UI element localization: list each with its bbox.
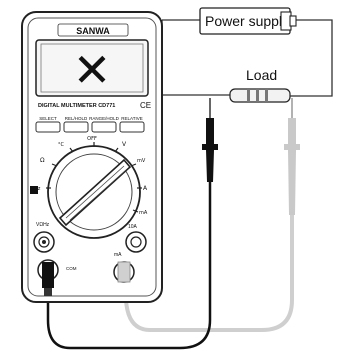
brand-label: SANWA xyxy=(76,26,110,36)
rel-hold-button-label: REL/HOLD xyxy=(65,116,88,121)
multimeter: SANWA ✕ DIGITAL MULTIMETER CD771 CE SELE… xyxy=(21,11,163,303)
model-label: DIGITAL MULTIMETER CD771 xyxy=(38,103,115,109)
select-button[interactable] xyxy=(35,121,61,133)
relative-button[interactable] xyxy=(119,121,145,133)
dial-label-temp: °C xyxy=(58,142,65,148)
power-supply-label: Power supply xyxy=(205,13,289,29)
load-resistor: Load xyxy=(229,67,300,103)
range-hold-button[interactable] xyxy=(91,121,117,133)
dial-label-mv: mV xyxy=(137,158,146,164)
display-x-mark: ✕ xyxy=(73,44,112,96)
ma-terminal-label: mA xyxy=(114,252,122,258)
ma-plug xyxy=(117,261,131,283)
range-hold-button-label: RANGE/HOLD xyxy=(89,116,120,121)
relative-button-label: RELATIVE xyxy=(121,116,142,121)
black-probe xyxy=(202,98,218,182)
dial-label-ma: mA xyxy=(139,210,148,216)
measurement-diagram: Power supply Load SANWA ✕ DIGITAL MULTIM… xyxy=(21,7,333,350)
v-ohm-terminal-label: VΩHz xyxy=(36,222,50,228)
power-supply: Power supply xyxy=(199,7,297,35)
gray-probe xyxy=(284,98,300,215)
dial-label-off: OFF xyxy=(87,136,97,142)
rel-hold-button[interactable] xyxy=(63,121,89,133)
amp-terminal-label: 10A xyxy=(128,224,138,230)
com-terminal-label: COM xyxy=(66,266,77,271)
ce-mark: CE xyxy=(140,101,151,110)
dial-indicator-mark xyxy=(30,186,38,194)
dial-label-ohm: Ω xyxy=(40,157,45,164)
select-button-label: SELECT xyxy=(39,116,57,121)
load-label: Load xyxy=(246,67,277,83)
